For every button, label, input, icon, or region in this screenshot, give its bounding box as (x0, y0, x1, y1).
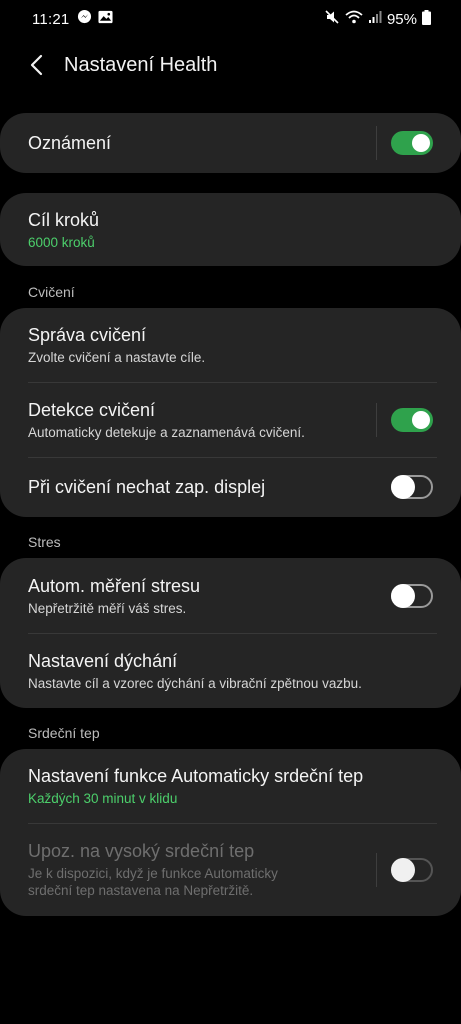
notifications-label: Oznámení (28, 133, 112, 153)
back-arrow-icon[interactable] (24, 53, 48, 77)
step-goal-row[interactable]: Cíl kroků 6000 kroků (0, 193, 461, 266)
stress-auto-title: Autom. měření stresu (28, 575, 201, 596)
exercise-manage-title: Správa cvičení (28, 325, 147, 345)
notifications-row[interactable]: Oznámení (0, 113, 461, 173)
exercise-screen-toggle[interactable] (391, 475, 433, 499)
divider (376, 126, 377, 160)
heart-high-subtitle-line2: srdeční tep nastavena na Nepřetržitě. (28, 883, 254, 898)
messenger-icon (77, 9, 92, 29)
section-label-exercise: Cvičení (28, 284, 75, 300)
heart-auto-subtitle: Každých 30 minut v klidu (28, 791, 178, 806)
exercise-screen-row[interactable]: Při cvičení nechat zap. displej (0, 457, 461, 517)
gallery-icon (98, 10, 113, 29)
stress-card: Autom. měření stresu Nepřetržitě měří vá… (0, 558, 461, 708)
steps-card: Cíl kroků 6000 kroků (0, 193, 461, 266)
heart-high-row[interactable]: Upoz. na vysoký srdeční tep Je k dispozi… (0, 823, 461, 916)
section-label-heart: Srdeční tep (28, 725, 100, 741)
stress-auto-row[interactable]: Autom. měření stresu Nepřetržitě měří vá… (0, 558, 461, 633)
breathing-settings-subtitle: Nastavte cíl a vzorec dýchání a vibrační… (28, 675, 362, 691)
stress-auto-subtitle: Nepřetržitě měří váš stres. (28, 600, 187, 616)
section-label-stress: Stres (28, 534, 61, 550)
breathing-settings-row[interactable]: Nastavení dýchání Nastavte cíl a vzorec … (0, 633, 461, 708)
stress-auto-toggle[interactable] (391, 583, 433, 608)
heart-high-toggle[interactable] (391, 857, 433, 882)
status-time: 11:21 (32, 10, 70, 28)
exercise-detect-title: Detekce cvičení (28, 399, 156, 420)
status-bar: 11:21 95% (0, 0, 461, 38)
divider (376, 402, 377, 437)
app-header: Nastavení Health (0, 38, 461, 92)
exercise-detect-row[interactable]: Detekce cvičení Automaticky detekuje a z… (0, 382, 461, 457)
mute-icon (324, 9, 340, 29)
exercise-detect-toggle[interactable] (391, 407, 433, 432)
exercise-screen-title: Při cvičení nechat zap. displej (28, 477, 266, 497)
exercise-detect-subtitle: Automaticky detekuje a zaznamenává cviče… (28, 424, 305, 440)
battery-icon (422, 9, 431, 29)
heart-auto-row[interactable]: Nastavení funkce Automaticky srdeční tep… (0, 749, 461, 823)
notifications-card: Oznámení (0, 113, 461, 173)
heart-auto-title: Nastavení funkce Automaticky srdeční tep (28, 766, 364, 786)
exercise-manage-subtitle: Zvolte cvičení a nastavte cíle. (28, 350, 206, 365)
exercise-card: Správa cvičení Zvolte cvičení a nastavte… (0, 308, 461, 517)
step-goal-value: 6000 kroků (28, 234, 95, 250)
breathing-settings-title: Nastavení dýchání (28, 650, 178, 671)
page-title: Nastavení Health (64, 53, 218, 76)
signal-icon (368, 10, 382, 28)
wifi-icon (345, 10, 363, 28)
heart-card: Nastavení funkce Automaticky srdeční tep… (0, 749, 461, 916)
exercise-manage-row[interactable]: Správa cvičení Zvolte cvičení a nastavte… (0, 308, 461, 382)
heart-high-subtitle-line1: Je k dispozici, když je funkce Automatic… (28, 866, 278, 881)
divider (376, 852, 377, 887)
battery-percent: 95% (386, 10, 417, 28)
notifications-toggle[interactable] (391, 131, 433, 155)
step-goal-title: Cíl kroků (28, 209, 100, 230)
heart-high-title: Upoz. na vysoký srdeční tep (28, 841, 255, 861)
